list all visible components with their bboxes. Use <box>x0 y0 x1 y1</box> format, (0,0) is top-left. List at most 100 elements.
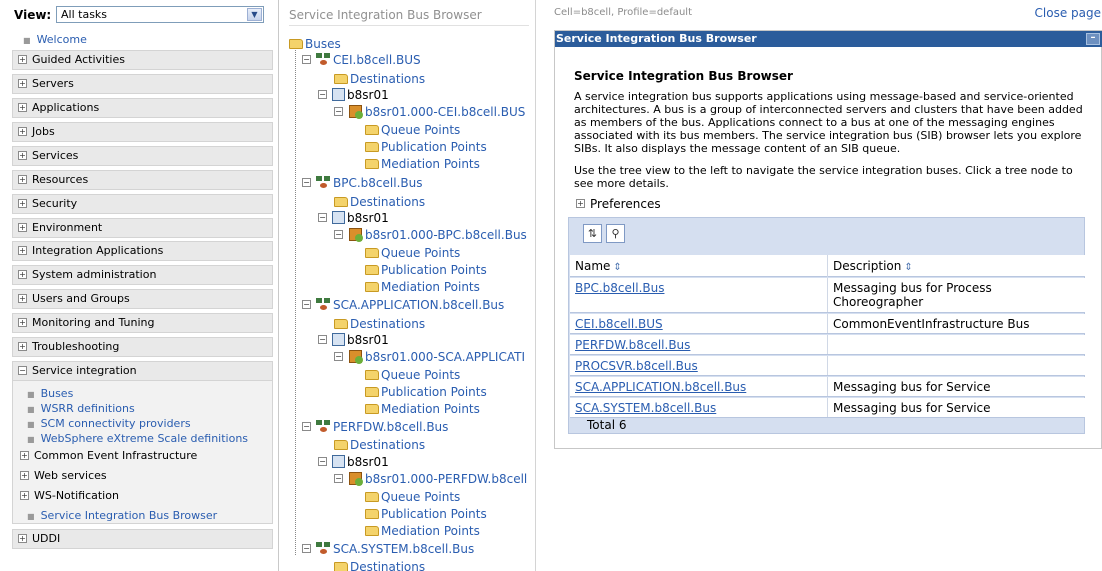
nav-category-system-administration[interactable]: + System administration <box>12 265 273 285</box>
tree-node-publication-points[interactable]: Publication Points <box>365 385 487 399</box>
minimize-icon[interactable]: – <box>1086 33 1100 45</box>
nav-category-service-integration[interactable]: − Service integration <box>12 361 273 381</box>
filter-icon[interactable]: ⚲ <box>606 224 625 243</box>
nav-category-integration-applications[interactable]: + Integration Applications <box>12 241 273 261</box>
bus-link[interactable]: SCA.APPLICATION.b8cell.Bus <box>575 380 746 394</box>
expand-icon[interactable]: + <box>18 126 27 136</box>
nav-link-welcome[interactable]: ■ Welcome <box>23 33 87 46</box>
tree-node-buses[interactable]: Buses <box>289 37 341 51</box>
tree-node-queue-points[interactable]: Queue Points <box>365 246 460 260</box>
nav-item-buses[interactable]: ■ Buses <box>27 387 73 400</box>
nav-category-monitoring-and-tuning[interactable]: + Monitoring and Tuning <box>12 313 273 333</box>
nav-category-troubleshooting[interactable]: + Troubleshooting <box>12 337 273 357</box>
tree-node-messaging-engine[interactable]: − b8sr01.000-BPC.b8cell.Bus <box>334 227 527 243</box>
nav-category-users-and-groups[interactable]: + Users and Groups <box>12 289 273 309</box>
bus-link[interactable]: SCA.SYSTEM.b8cell.Bus <box>575 401 716 415</box>
collapse-icon[interactable]: − <box>302 422 311 431</box>
tree-node-queue-points[interactable]: Queue Points <box>365 123 460 137</box>
expand-icon[interactable]: + <box>18 150 27 160</box>
preferences-toggle[interactable]: + Preferences <box>576 197 661 211</box>
collapse-icon[interactable]: − <box>18 365 27 375</box>
tree-node-server[interactable]: − b8sr01 <box>318 211 389 225</box>
tree-node-server[interactable]: − b8sr01 <box>318 333 389 347</box>
expand-icon[interactable]: + <box>18 78 27 88</box>
expand-icon[interactable]: + <box>20 490 29 500</box>
tree-node-bus[interactable]: − SCA.APPLICATION.b8cell.Bus <box>302 298 504 312</box>
collapse-icon[interactable]: − <box>318 90 327 99</box>
bus-link[interactable]: PERFDW.b8cell.Bus <box>575 338 690 352</box>
expand-icon[interactable]: + <box>18 317 27 327</box>
tree-node-bus[interactable]: − BPC.b8cell.Bus <box>302 176 422 190</box>
tree-node-publication-points[interactable]: Publication Points <box>365 140 487 154</box>
expand-icon[interactable]: + <box>18 245 27 255</box>
nav-category-jobs[interactable]: + Jobs <box>12 122 273 142</box>
expand-icon[interactable]: + <box>18 174 27 184</box>
nav-item-scm-connectivity-providers[interactable]: ■ SCM connectivity providers <box>27 417 191 430</box>
collapse-icon[interactable]: − <box>302 178 311 187</box>
tree-node-destinations[interactable]: Destinations <box>334 317 425 331</box>
nav-category-services[interactable]: + Services <box>12 146 273 166</box>
tree-node-destinations[interactable]: Destinations <box>334 195 425 209</box>
tree-node-bus[interactable]: − PERFDW.b8cell.Bus <box>302 420 448 434</box>
expand-icon[interactable]: + <box>20 450 29 460</box>
tree-node-queue-points[interactable]: Queue Points <box>365 368 460 382</box>
nav-category-applications[interactable]: + Applications <box>12 98 273 118</box>
tree-node-mediation-points[interactable]: Mediation Points <box>365 280 480 294</box>
expand-icon[interactable]: + <box>576 199 585 208</box>
nav-category-uddi[interactable]: + UDDI <box>12 529 273 549</box>
nav-category-resources[interactable]: + Resources <box>12 170 273 190</box>
sort-icon[interactable]: ⇕ <box>904 262 912 273</box>
collapse-icon[interactable]: − <box>318 213 327 222</box>
tree-node-messaging-engine[interactable]: − b8sr01.000-PERFDW.b8cell <box>334 471 527 487</box>
collapse-icon[interactable]: − <box>318 457 327 466</box>
nav-category-guided-activities[interactable]: + Guided Activities <box>12 50 273 70</box>
bus-link[interactable]: PROCSVR.b8cell.Bus <box>575 359 698 373</box>
expand-icon[interactable]: + <box>18 102 27 112</box>
nav-item-web-services[interactable]: + Web services <box>20 469 107 482</box>
expand-icon[interactable]: + <box>18 533 27 543</box>
chevron-down-icon[interactable]: ▼ <box>247 8 262 21</box>
tree-node-bus[interactable]: − SCA.SYSTEM.b8cell.Bus <box>302 542 474 556</box>
expand-icon[interactable]: + <box>20 470 29 480</box>
nav-item-common-event-infrastructure[interactable]: + Common Event Infrastructure <box>20 449 197 462</box>
collapse-icon[interactable]: − <box>318 335 327 344</box>
nav-item-sib-browser[interactable]: ■ Service Integration Bus Browser <box>27 509 217 522</box>
tree-node-mediation-points[interactable]: Mediation Points <box>365 402 480 416</box>
nav-category-servers[interactable]: + Servers <box>12 74 273 94</box>
sort-icon[interactable]: ⇕ <box>613 262 621 273</box>
nav-item-ws-notification[interactable]: + WS-Notification <box>20 489 119 502</box>
tree-node-destinations[interactable]: Destinations <box>334 560 425 571</box>
tree-node-destinations[interactable]: Destinations <box>334 72 425 86</box>
tree-node-server[interactable]: − b8sr01 <box>318 88 389 102</box>
expand-icon[interactable]: + <box>18 54 27 64</box>
expand-icon[interactable]: + <box>18 222 27 232</box>
close-page-link[interactable]: Close page <box>1035 6 1101 20</box>
collapse-icon[interactable]: − <box>334 107 343 116</box>
tree-node-destinations[interactable]: Destinations <box>334 438 425 452</box>
nav-item-websphere-extreme-scale[interactable]: ■ WebSphere eXtreme Scale definitions <box>27 432 248 445</box>
nav-category-security[interactable]: + Security <box>12 194 273 214</box>
tree-node-messaging-engine[interactable]: − b8sr01.000-SCA.APPLICATI <box>334 349 525 365</box>
tree-node-server[interactable]: − b8sr01 <box>318 455 389 469</box>
collapse-icon[interactable]: − <box>334 230 343 239</box>
collapse-icon[interactable]: − <box>302 55 311 64</box>
tree-node-queue-points[interactable]: Queue Points <box>365 490 460 504</box>
expand-icon[interactable]: + <box>18 341 27 351</box>
view-select[interactable]: All tasks ▼ <box>56 6 264 23</box>
collapse-icon[interactable]: − <box>302 300 311 309</box>
column-header-name[interactable]: Name ⇕ <box>570 255 828 277</box>
select-all-icon[interactable]: ⇅ <box>583 224 602 243</box>
collapse-icon[interactable]: − <box>302 544 311 553</box>
nav-item-wsrr-definitions[interactable]: ■ WSRR definitions <box>27 402 135 415</box>
collapse-icon[interactable]: − <box>334 352 343 361</box>
collapse-icon[interactable]: − <box>334 474 343 483</box>
tree-node-publication-points[interactable]: Publication Points <box>365 507 487 521</box>
column-header-description[interactable]: Description ⇕ <box>828 255 1085 277</box>
expand-icon[interactable]: + <box>18 293 27 303</box>
bus-link[interactable]: BPC.b8cell.Bus <box>575 281 664 295</box>
nav-category-environment[interactable]: + Environment <box>12 218 273 238</box>
tree-node-bus[interactable]: − CEI.b8cell.BUS <box>302 53 421 67</box>
expand-icon[interactable]: + <box>18 198 27 208</box>
expand-icon[interactable]: + <box>18 269 27 279</box>
bus-link[interactable]: CEI.b8cell.BUS <box>575 317 663 331</box>
